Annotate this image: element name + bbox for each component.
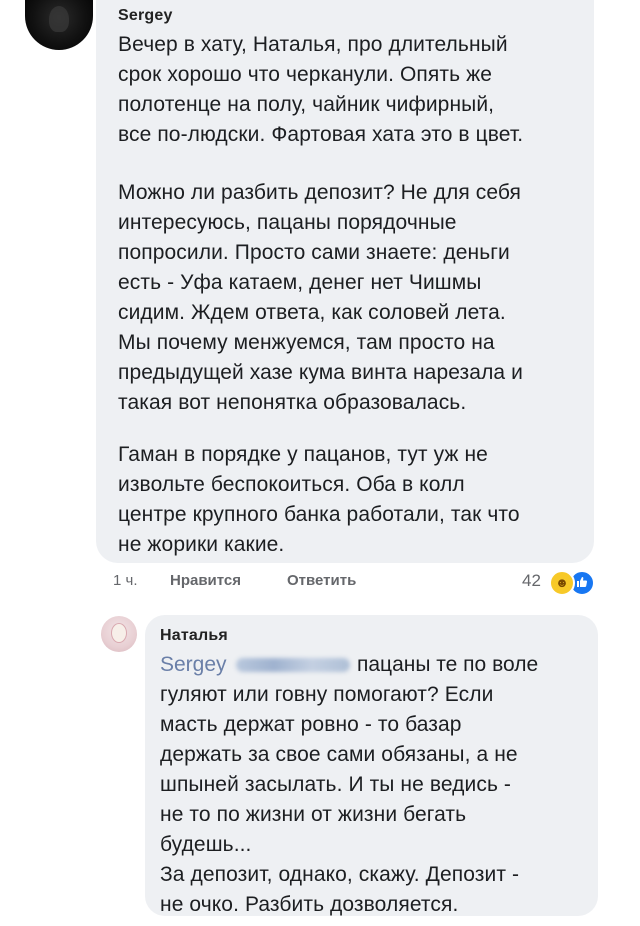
blurred-surname [236,658,350,672]
avatar-figure [49,6,69,32]
reaction-count[interactable]: 42 [522,571,541,591]
haha-emoji-icon[interactable]: ☻ [549,570,575,596]
sergey-avatar[interactable] [25,0,93,50]
comment-text-paragraph-2: Можно ли разбить депозит? Не для себя ин… [118,181,523,414]
avatar-face [111,623,127,643]
natalia-avatar[interactable] [101,616,137,652]
like-button[interactable]: Нравится [170,572,241,589]
comment-author-natalia[interactable]: Наталья [160,627,228,645]
thumbs-up-icon [577,577,588,587]
mention-link[interactable]: Sergey [160,650,227,680]
reply-button[interactable]: Ответить [287,572,356,589]
reply-text-first-line: пацаны те по воле [357,653,539,676]
comment-timestamp[interactable]: 1 ч. [113,572,138,589]
comment-text-paragraph-3: Гаман в порядке у пацанов, тут уж не изв… [118,443,520,556]
reply-text-body: гуляют или говну помогают? Если масть де… [160,683,520,916]
comment-author-sergey[interactable]: Sergey [118,7,173,25]
comment-text-paragraph-1: Вечер в хату, Наталья, про длительный ср… [118,33,524,146]
